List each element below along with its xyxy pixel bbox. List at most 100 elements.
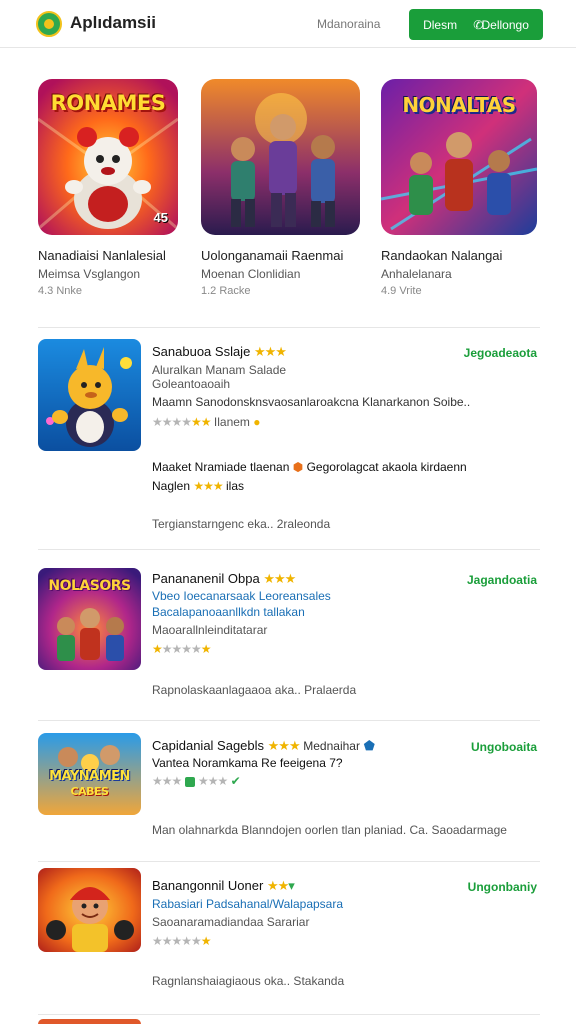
- game-logo-text: MAYNAMEN: [49, 769, 130, 784]
- list-item-line: Vbeo Ioecanarsaak Leoreansales: [152, 589, 331, 603]
- list-item-footer[interactable]: Rapnolaskaanlagaaoa aka.. Pralaerda: [152, 683, 356, 697]
- list-thumbnail[interactable]: [38, 339, 141, 451]
- flame-icon: ⬢: [292, 460, 304, 474]
- list-thumbnail[interactable]: [38, 868, 141, 952]
- list-item-feature: Maaket Nramiade tlaenan ⬢ Gegorolagcat a…: [152, 460, 467, 474]
- rating-stars-icon: ★★★★: [161, 642, 202, 656]
- next-thumbnail-peek[interactable]: [38, 1019, 141, 1024]
- list-thumbnail[interactable]: NOLASORS: [38, 568, 141, 670]
- character-art: [38, 339, 141, 451]
- featured-card[interactable]: NONALTAS Randaokan Nalangai Anhalelanara…: [381, 79, 541, 297]
- list-item-line: Bacalapanoaanllkdn tallakan: [152, 605, 305, 619]
- rating-stars-icon: ★: [200, 642, 212, 656]
- featured-games: RONAMES 45 Nanadiaisi Nanlalesial Meimsa…: [38, 79, 538, 299]
- status-label: Ungonbaniy: [467, 880, 537, 894]
- check-icon: ✔: [230, 774, 241, 788]
- list-item-rating: ★★★ ★★★ ✔: [152, 774, 241, 788]
- list-item-title-text: Sanabuoa Sslaje: [152, 344, 251, 359]
- shield-icon: ⬟: [363, 738, 375, 753]
- list-item-description: Maamn Sanodonsknsvaosanlaroakcna Klanark…: [152, 395, 471, 409]
- list-item-footer[interactable]: Tergianstarngenc eka.. 2raleonda: [152, 517, 330, 531]
- rating-stars-icon: ★★★★: [152, 415, 192, 429]
- rating-stars-icon: ★★: [266, 878, 289, 893]
- list-item-title-text: Capidanial Sagebls: [152, 738, 265, 753]
- header-nav-link[interactable]: Mdanoraina: [317, 17, 380, 31]
- list-item-rating: ★★★★★★ Ilanem ●: [152, 415, 261, 429]
- game-logo-text: RONAMES: [50, 91, 166, 115]
- featured-card[interactable]: Uolonganamaii Raenmai Moenan Clonlidian …: [201, 79, 361, 297]
- rating-stars-icon: ★★★: [193, 479, 223, 493]
- rating-stars-icon: ★★★★★: [152, 934, 202, 948]
- list-item-title[interactable]: Sanabuoa Sslaje ★★★: [152, 344, 287, 360]
- app-logo-icon[interactable]: [36, 11, 62, 37]
- feature-text-extra: Gegorolagcat akaola kirdaenn: [306, 460, 467, 474]
- header-button-left-label: Dlesm: [423, 17, 458, 32]
- list-item-title-text: Banangonnil Uoner: [152, 878, 264, 893]
- rating-stars-icon: ★★★: [152, 774, 182, 788]
- featured-meta: 4.3 Nnke: [38, 285, 83, 297]
- featured-card-image[interactable]: RONAMES 45: [38, 79, 178, 235]
- list-item-line: Vantea Noramkama Re feeigena 7?: [152, 756, 343, 770]
- list-item-tag: Naglen ★★★ ilas: [152, 479, 244, 493]
- app-name[interactable]: Aplıdamsii: [70, 13, 156, 33]
- featured-card-image[interactable]: NONALTAS: [381, 79, 537, 235]
- divider: [38, 1014, 540, 1015]
- rating-stars-icon: ★★★: [197, 774, 228, 788]
- divider: [38, 861, 540, 862]
- featured-subtitle: Anhalelanara: [381, 267, 452, 281]
- list-item[interactable]: NOLASORS Panananenil Obpa ★★★ Jagandoati…: [38, 568, 540, 703]
- list-item-title[interactable]: Capidanial Sagebls ★★★ Mednaihar ⬟: [152, 738, 375, 754]
- featured-card[interactable]: RONAMES 45 Nanadiaisi Nanlalesial Meimsa…: [38, 79, 198, 297]
- arrow-down-icon: ▾: [288, 878, 295, 893]
- game-logo-text: NONALTAS: [402, 93, 516, 117]
- feature-text: Maaket Nramiade tlaenan: [152, 460, 290, 474]
- list-thumbnail[interactable]: MAYNAMEN CABES: [38, 733, 141, 815]
- top-bar: Aplıdamsii Mdanoraina Dlesm ✆ Dellongo: [0, 0, 576, 48]
- featured-meta: 4.9 Vrite: [381, 285, 422, 297]
- rating-stars-icon: ★★★: [253, 344, 287, 359]
- rating-label: Ilanem: [213, 415, 250, 429]
- featured-meta: 1.2 Racke: [201, 285, 251, 297]
- list-item-footer[interactable]: Ragnlanshaiagiaous oka.. Stakanda: [152, 974, 344, 988]
- list-item-title-text: Panananenil Obpa: [152, 571, 260, 586]
- list-item-rating: ★★★★★★: [152, 934, 212, 948]
- list-item-footer[interactable]: Man olahnarkda Blanndojen oorlen tlan pl…: [152, 823, 507, 837]
- featured-title[interactable]: Nanadiaisi Nanlalesial: [38, 248, 198, 263]
- header-button-right-label: Dellongo: [481, 17, 529, 32]
- list-item-title[interactable]: Banangonnil Uoner ★★▾: [152, 878, 295, 894]
- tag-text: Naglen: [152, 479, 191, 493]
- status-label: Ungoboaita: [471, 740, 537, 754]
- game-badge: 45: [153, 210, 168, 225]
- divider: [38, 549, 540, 550]
- rating-stars-icon: ★: [152, 642, 163, 656]
- header-action-button[interactable]: Dlesm ✆ Dellongo: [409, 9, 543, 40]
- badge-icon: [184, 776, 195, 787]
- featured-card-image[interactable]: [201, 79, 360, 235]
- divider: [38, 720, 540, 721]
- list-item[interactable]: MAYNAMEN CABES Capidanial Sagebls ★★★ Me…: [38, 733, 540, 848]
- status-label: Jagandoatia: [466, 573, 537, 587]
- rating-stars-icon: ★★: [191, 415, 211, 429]
- list-item-line: Maoarallnleinditatarar: [152, 623, 268, 637]
- rating-stars-icon: ★: [200, 934, 212, 948]
- featured-title[interactable]: Uolonganamaii Raenmai: [201, 248, 361, 263]
- game-logo-text: NOLASORS: [48, 578, 131, 594]
- list-item-line: Aluralkan Manam Salade: [152, 363, 287, 377]
- featured-title[interactable]: Randaokan Nalangai: [381, 248, 541, 263]
- list-item[interactable]: Banangonnil Uoner ★★▾ Ungonbaniy Rabasia…: [38, 868, 540, 993]
- coin-icon: ●: [253, 415, 261, 429]
- list-item-title[interactable]: Panananenil Obpa ★★★: [152, 571, 296, 587]
- rating-stars-icon: ★★★: [267, 738, 301, 753]
- list-item-line: Goleantoaoaih: [152, 377, 231, 391]
- tag-text-extra: ilas: [226, 479, 245, 493]
- heroes-art: [201, 79, 360, 235]
- list-item[interactable]: Sanabuoa Sslaje ★★★ Jegoadeaota Aluralka…: [38, 339, 540, 544]
- list-item-line: Saoanaramadiandaa Sarariar: [152, 915, 310, 929]
- featured-subtitle: Meimsa Vsglangon: [38, 267, 141, 281]
- featured-subtitle: Moenan Clonlidian: [201, 267, 301, 281]
- list-item-rating: ★★★★★★: [152, 642, 212, 656]
- game-logo-subtext: CABES: [70, 785, 109, 798]
- status-label: Jegoadeaota: [463, 346, 537, 360]
- list-item-line: Rabasiari Padsahanal/Walapapsara: [152, 897, 344, 911]
- publisher-label: Mednaihar: [303, 739, 360, 753]
